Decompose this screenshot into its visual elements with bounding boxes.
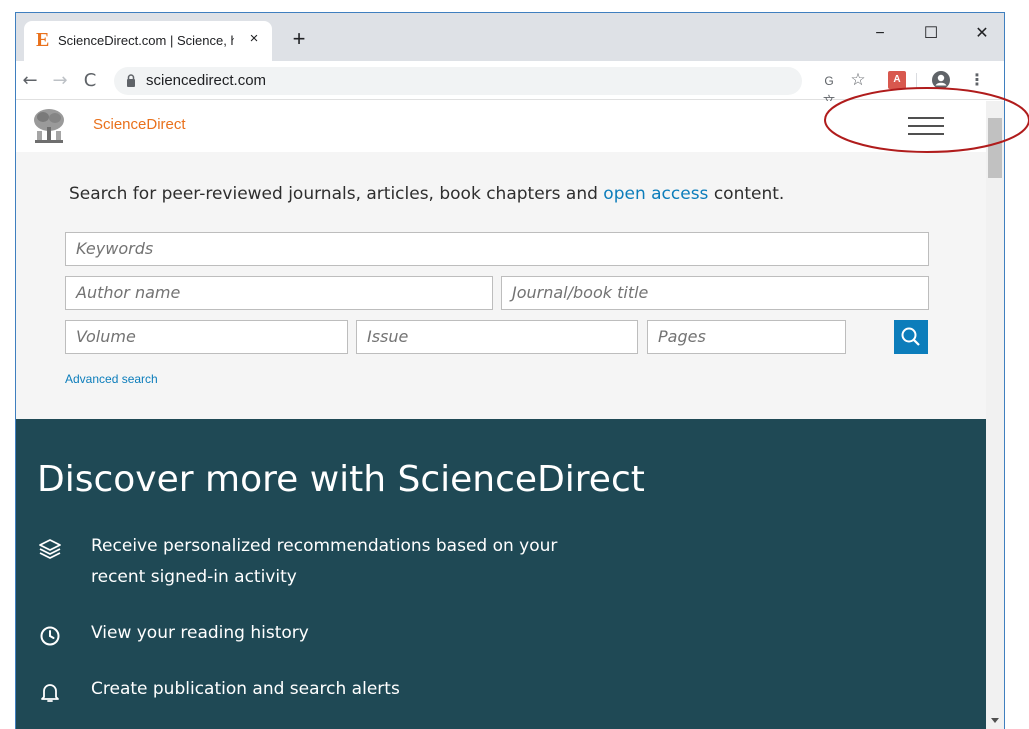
scroll-down-arrow-icon[interactable] bbox=[988, 713, 1002, 727]
page-scrollbar[interactable] bbox=[986, 101, 1004, 729]
clock-icon bbox=[40, 626, 60, 646]
tab-strip: E ScienceDirect.com | Science, h × + − ☐… bbox=[16, 13, 1004, 61]
lock-icon bbox=[127, 74, 135, 87]
pages-input[interactable]: Pages bbox=[647, 320, 846, 354]
close-window-button[interactable]: ✕ bbox=[960, 21, 1004, 47]
search-prompt-text-end: content. bbox=[708, 184, 785, 204]
author-name-input[interactable]: Author name bbox=[65, 276, 493, 310]
address-bar[interactable]: sciencedirect.com bbox=[114, 67, 802, 95]
tab-close-icon[interactable]: × bbox=[244, 29, 264, 49]
search-panel: Search for peer-reviewed journals, artic… bbox=[16, 152, 986, 419]
annotation-highlight-oval bbox=[824, 87, 1029, 153]
bell-icon bbox=[41, 684, 59, 702]
search-button[interactable] bbox=[894, 320, 928, 354]
search-prompt: Search for peer-reviewed journals, artic… bbox=[69, 184, 784, 204]
url-text: sciencedirect.com bbox=[146, 72, 267, 89]
elsevier-tree-logo-icon[interactable] bbox=[31, 105, 67, 145]
discover-title: Discover more with ScienceDirect bbox=[37, 459, 645, 500]
open-access-link[interactable]: open access bbox=[603, 184, 708, 204]
browser-tab[interactable]: E ScienceDirect.com | Science, h × bbox=[24, 21, 272, 61]
keywords-input[interactable]: Keywords bbox=[65, 232, 929, 266]
journal-title-input[interactable]: Journal/book title bbox=[501, 276, 929, 310]
elsevier-favicon-icon: E bbox=[36, 29, 50, 51]
maximize-button[interactable]: ☐ bbox=[909, 21, 953, 47]
feature-alerts: Create publication and search alerts bbox=[91, 679, 400, 699]
back-button[interactable]: ← bbox=[16, 67, 44, 95]
tab-title: ScienceDirect.com | Science, h bbox=[58, 33, 234, 48]
minimize-button[interactable]: − bbox=[858, 21, 902, 47]
feature-recommendations: Receive personalized recommendations bas… bbox=[91, 536, 558, 587]
forward-button[interactable]: → bbox=[46, 67, 74, 95]
site-logo-text[interactable]: ScienceDirect bbox=[93, 116, 186, 133]
discover-section: Discover more with ScienceDirect Receive… bbox=[16, 419, 986, 729]
advanced-search-link[interactable]: Advanced search bbox=[65, 372, 158, 386]
volume-input[interactable]: Volume bbox=[65, 320, 348, 354]
reload-button[interactable]: C bbox=[76, 67, 104, 95]
issue-input[interactable]: Issue bbox=[356, 320, 638, 354]
page-viewport: ScienceDirect Search for peer-reviewed j… bbox=[16, 101, 986, 729]
layers-icon bbox=[39, 539, 61, 559]
search-prompt-text: Search for peer-reviewed journals, artic… bbox=[69, 184, 604, 204]
new-tab-button[interactable]: + bbox=[286, 27, 312, 53]
search-icon bbox=[901, 327, 920, 346]
feature-reading-history: View your reading history bbox=[91, 623, 309, 643]
